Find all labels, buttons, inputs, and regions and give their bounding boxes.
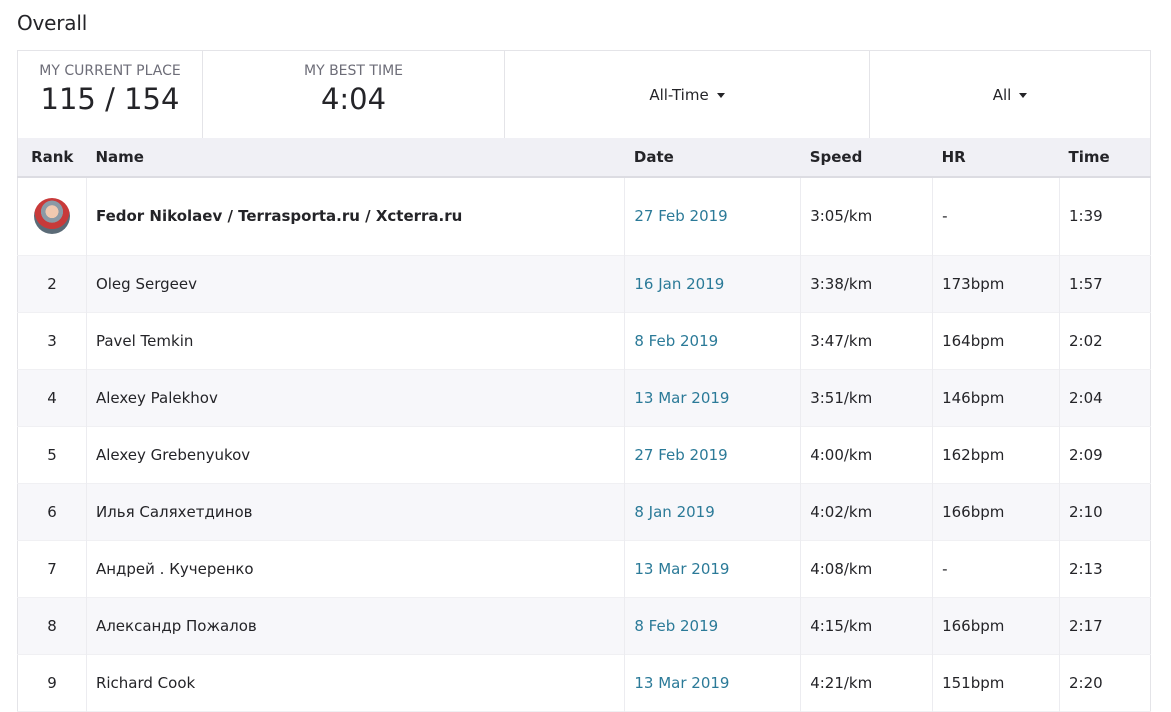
table-row: 4 Alexey Palekhov 13 Mar 2019 3:51/km 14… [17, 369, 1151, 426]
time-cell: 2:20 [1069, 673, 1103, 692]
speed-cell: 3:05/km [800, 177, 934, 255]
speed-cell: 3:51/km [800, 369, 934, 426]
best-time-label: MY BEST TIME [303, 63, 404, 79]
speed-cell: 4:15/km [800, 597, 934, 654]
time-filter-dropdown[interactable]: All-Time [505, 51, 870, 138]
speed-cell: 4:00/km [800, 426, 934, 483]
activity-date-link[interactable]: 13 Mar 2019 [624, 654, 802, 711]
hr-cell: 164bpm [932, 312, 1061, 369]
time-cell: 2:04 [1069, 388, 1103, 407]
rank-cell: 6 [17, 483, 87, 540]
time-cell: 2:02 [1069, 331, 1103, 350]
hr-cell: 166bpm [932, 597, 1061, 654]
chevron-down-icon [1019, 93, 1028, 98]
athlete-name-link[interactable]: Илья Саляхетдинов [86, 483, 626, 540]
activity-date-link[interactable]: 13 Mar 2019 [624, 540, 802, 597]
speed-cell: 3:38/km [800, 255, 934, 312]
date-header: Date [633, 148, 674, 166]
time-cell: 1:57 [1069, 274, 1103, 293]
time-filter-label: All-Time [649, 85, 709, 104]
leaderboard-table: Rank Name Date Speed HR Time Fedor Nikol… [17, 138, 1151, 712]
rank-cell: 9 [17, 654, 87, 711]
rank-cell: 2 [17, 255, 87, 312]
athlete-name-link[interactable]: Alexey Grebenyukov [86, 426, 626, 483]
time-header: Time [1068, 148, 1110, 166]
time-cell: 2:13 [1069, 559, 1103, 578]
table-row: 5 Alexey Grebenyukov 27 Feb 2019 4:00/km… [17, 426, 1151, 483]
athlete-name-link[interactable]: Richard Cook [86, 654, 626, 711]
table-row: 9 Richard Cook 13 Mar 2019 4:21/km 151bp… [17, 654, 1151, 711]
hr-cell: - [932, 540, 1061, 597]
speed-header: Speed [809, 148, 863, 166]
type-filter-label: All [992, 85, 1012, 104]
rank-cell: 4 [17, 369, 87, 426]
activity-date-link[interactable]: 27 Feb 2019 [624, 426, 802, 483]
speed-cell: 4:21/km [800, 654, 934, 711]
table-row: 6 Илья Саляхетдинов 8 Jan 2019 4:02/km 1… [17, 483, 1151, 540]
athlete-name-link[interactable]: Андрей . Кучеренко [86, 540, 626, 597]
hr-cell: 146bpm [932, 369, 1061, 426]
activity-date-link[interactable]: 8 Feb 2019 [624, 312, 802, 369]
current-place-label: MY CURRENT PLACE [39, 63, 181, 79]
athlete-name-link[interactable]: Pavel Temkin [86, 312, 626, 369]
time-cell: 2:09 [1069, 445, 1103, 464]
hr-cell: 166bpm [932, 483, 1061, 540]
best-time-stat: MY BEST TIME 4:04 [203, 51, 505, 138]
activity-date-link[interactable]: 8 Jan 2019 [624, 483, 802, 540]
table-row: 3 Pavel Temkin 8 Feb 2019 3:47/km 164bpm… [17, 312, 1151, 369]
hr-cell: - [932, 177, 1061, 255]
rank-cell: 8 [17, 597, 87, 654]
table-header-row: Rank Name Date Speed HR Time [17, 138, 1151, 177]
summary-bar: MY CURRENT PLACE 115 / 154 MY BEST TIME … [17, 50, 1151, 138]
athlete-name-link[interactable]: Fedor Nikolaev / Terrasporta.ru / Xcterr… [86, 177, 626, 255]
time-cell: 2:17 [1069, 616, 1103, 635]
chevron-down-icon [716, 93, 725, 98]
rank-cell [17, 177, 87, 255]
time-cell: 1:39 [1069, 207, 1103, 226]
rank-cell: 7 [17, 540, 87, 597]
hr-cell: 173bpm [932, 255, 1061, 312]
speed-cell: 3:47/km [800, 312, 934, 369]
page-title: Overall [17, 11, 88, 35]
table-row: 7 Андрей . Кучеренко 13 Mar 2019 4:08/km… [17, 540, 1151, 597]
hr-cell: 151bpm [932, 654, 1061, 711]
current-place-value: 115 / 154 [40, 82, 180, 116]
table-row: 2 Oleg Sergeev 16 Jan 2019 3:38/km 173bp… [17, 255, 1151, 312]
hr-header: HR [941, 148, 966, 166]
rank-cell: 5 [17, 426, 87, 483]
type-filter-dropdown[interactable]: All [870, 51, 1150, 138]
athlete-name-link[interactable]: Oleg Sergeev [86, 255, 626, 312]
table-row: Fedor Nikolaev / Terrasporta.ru / Xcterr… [17, 177, 1151, 255]
activity-date-link[interactable]: 16 Jan 2019 [624, 255, 802, 312]
rank-cell: 3 [17, 312, 87, 369]
hr-cell: 162bpm [932, 426, 1061, 483]
speed-cell: 4:02/km [800, 483, 934, 540]
activity-date-link[interactable]: 27 Feb 2019 [624, 177, 802, 255]
athlete-name-link[interactable]: Alexey Palekhov [86, 369, 626, 426]
name-header: Name [95, 148, 144, 166]
athlete-name-link[interactable]: Александр Пожалов [86, 597, 626, 654]
activity-date-link[interactable]: 13 Mar 2019 [624, 369, 802, 426]
speed-cell: 4:08/km [800, 540, 934, 597]
table-row: 8 Александр Пожалов 8 Feb 2019 4:15/km 1… [17, 597, 1151, 654]
time-cell: 2:10 [1069, 502, 1103, 521]
activity-date-link[interactable]: 8 Feb 2019 [624, 597, 802, 654]
avatar[interactable] [33, 198, 70, 235]
rank-header: Rank [31, 148, 74, 166]
best-time-value: 4:04 [320, 82, 387, 116]
current-place-stat: MY CURRENT PLACE 115 / 154 [18, 51, 203, 138]
